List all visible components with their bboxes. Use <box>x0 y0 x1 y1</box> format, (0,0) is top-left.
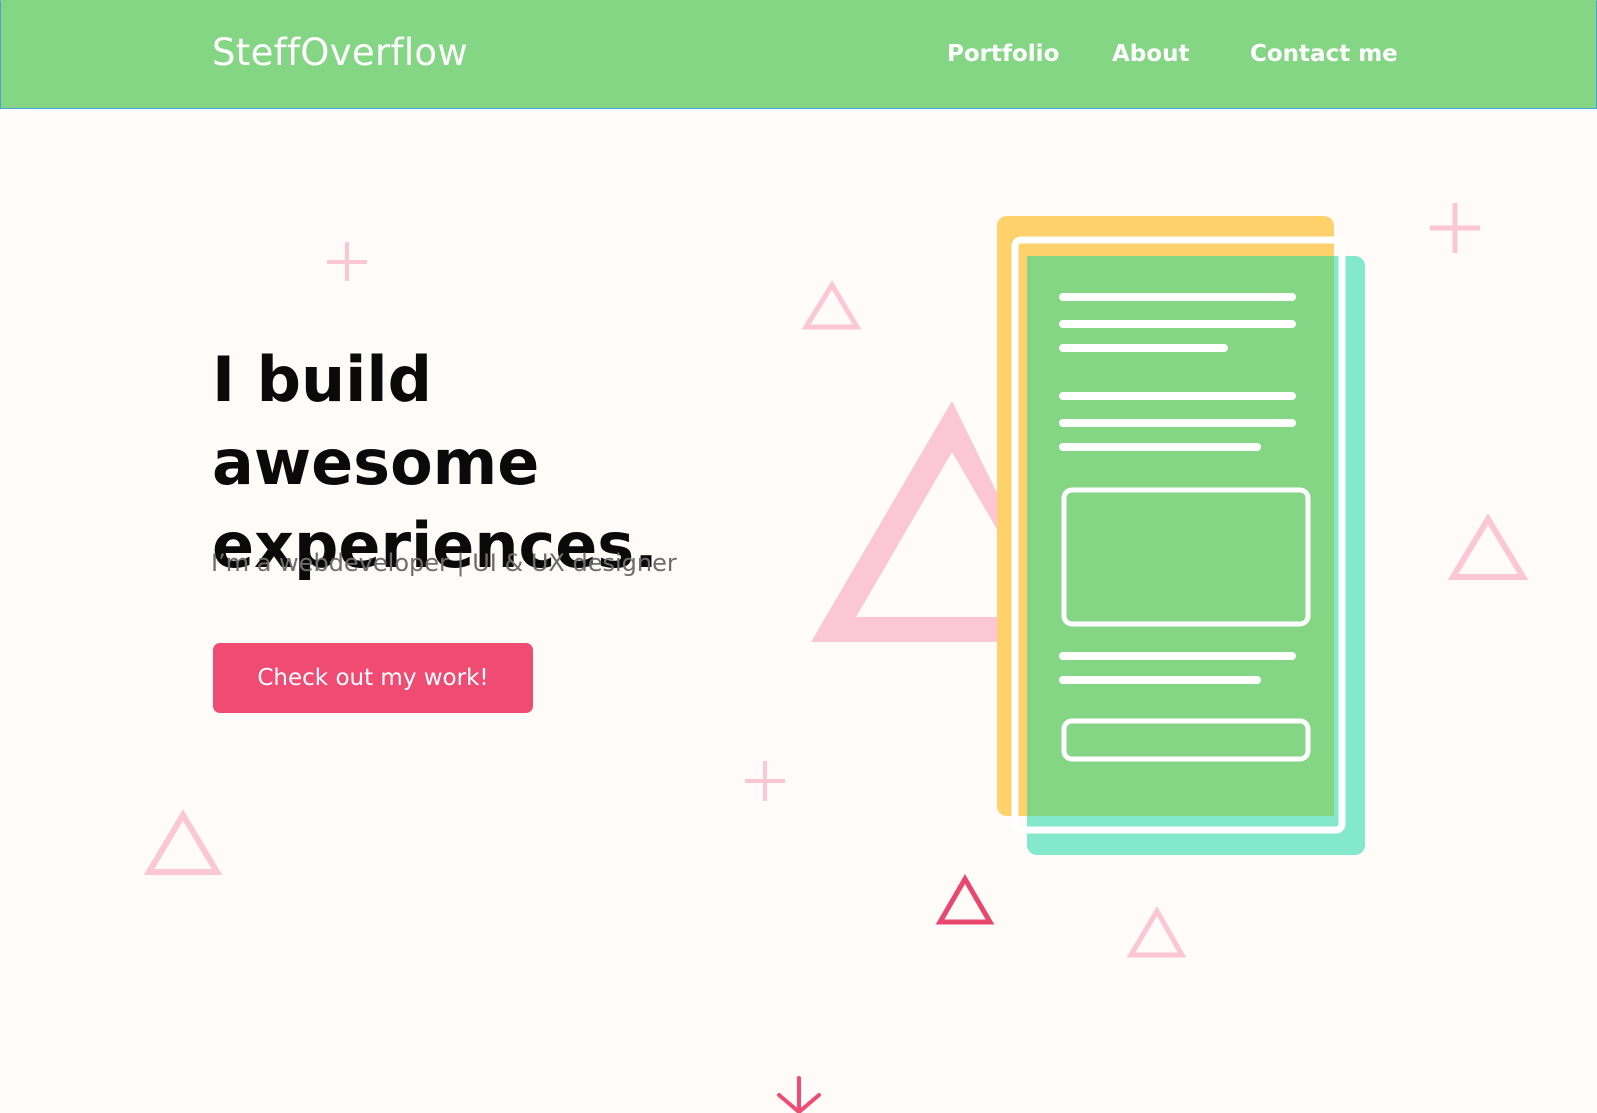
triangle-icon <box>801 280 862 330</box>
check-out-work-button[interactable]: Check out my work! <box>213 643 533 713</box>
triangle-icon <box>935 874 995 925</box>
document-illustration-icon <box>997 216 1365 855</box>
plus-icon <box>327 242 367 281</box>
arrow-down-icon <box>777 1076 821 1113</box>
triangle-icon <box>1447 513 1529 580</box>
hero-subtitle: I’m a webdeveloper | UI & UX designer <box>211 549 677 577</box>
plus-icon <box>1430 203 1480 253</box>
triangle-icon <box>143 809 223 875</box>
triangle-icon <box>1126 906 1187 958</box>
plus-icon <box>745 761 785 801</box>
